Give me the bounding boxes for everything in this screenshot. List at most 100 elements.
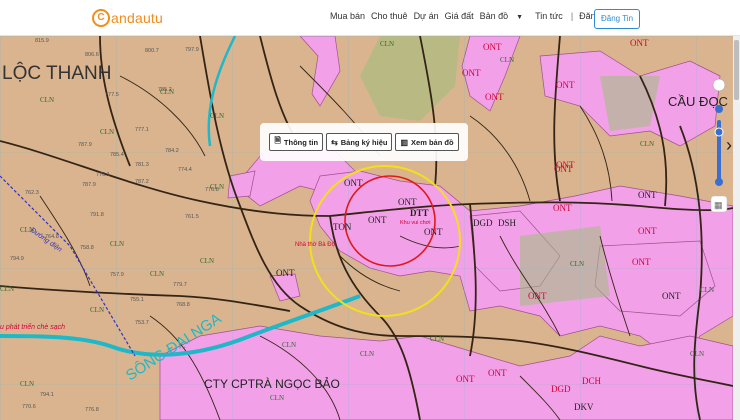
zone-label: ONT (344, 178, 363, 188)
zone-label: ONT (553, 203, 572, 213)
logo-mark-icon: C (92, 9, 110, 27)
map-action-toolbar: 🗎 Thông tin ⇆ Bảng ký hiệu ▥ Xem bản đồ (260, 123, 468, 161)
elevation-label: 794.1 (40, 392, 54, 398)
chevron-right-icon[interactable]: › (726, 135, 732, 155)
legend-button-label: Bảng ký hiệu (340, 137, 388, 147)
zone-label: CLN (380, 40, 394, 48)
nav-item-ban-do[interactable]: Bản đồ ▼ (480, 11, 529, 21)
elevation-label: 794.9 (10, 256, 24, 262)
view-map-button[interactable]: ▥ Xem bản đồ (395, 133, 459, 151)
nav-item-du-an[interactable]: Dự án (414, 11, 439, 21)
elevation-label: 777.1 (135, 127, 149, 133)
zone-label: CLN (20, 226, 34, 234)
elevation-label: 800.7 (145, 48, 159, 54)
zone-label: CLN (282, 341, 296, 349)
elevation-label: 791.8 (90, 212, 104, 218)
zoom-slider-thumb[interactable] (714, 127, 724, 137)
nav-item-gia-dat[interactable]: Giá đất (445, 11, 474, 21)
legend-button[interactable]: ⇆ Bảng ký hiệu (326, 133, 393, 151)
info-icon: 🗎 (274, 136, 281, 145)
zone-label: ONT (662, 291, 681, 301)
zone-label: CLN (210, 112, 224, 120)
zone-label: CLN (360, 350, 374, 358)
zone-label: ONT (630, 38, 649, 48)
elevation-label: 787.9 (78, 142, 92, 148)
elevation-label: 761.5 (185, 214, 199, 220)
elevation-label: 779.7 (173, 282, 187, 288)
zone-label: ONT (483, 42, 502, 52)
zone-label: ONT (456, 374, 475, 384)
nav-item-ban-do-label: Bản đồ (479, 11, 509, 21)
label-khu-vui-choi: Khu vui chơi (400, 220, 431, 226)
elevation-label: 806.6 (85, 52, 99, 58)
zone-label: CLN (200, 257, 214, 265)
nav-separator: | (570, 11, 574, 21)
page-scrollbar-thumb[interactable] (734, 40, 739, 100)
elevation-label: 764.8 (45, 234, 59, 240)
site-logo[interactable]: C andautu (92, 8, 163, 28)
nav-item-mua-ban[interactable]: Mua bán (330, 11, 365, 21)
zone-label: CLN (640, 140, 654, 148)
zone-label: CLN (430, 335, 444, 343)
compass-control[interactable] (712, 78, 726, 92)
zone-label: CLN (690, 350, 704, 358)
elevation-label: 776.8 (205, 187, 219, 193)
zone-label: CLN (90, 306, 104, 314)
zone-label: CLN (150, 270, 164, 278)
place-label-loc-thanh: LỘC THANH (2, 62, 111, 84)
zone-label: ONT (556, 160, 575, 170)
info-button[interactable]: 🗎 Thông tin (269, 133, 324, 151)
view-map-button-label: Xem bản đồ (411, 137, 454, 147)
elevation-label: 776.1 (96, 172, 110, 178)
elevation-label: 762.3 (25, 190, 39, 196)
zone-label: ONT (638, 190, 657, 200)
zone-label: ONT (424, 227, 443, 237)
elevation-label: 753.7 (135, 320, 149, 326)
zone-label: DTT (410, 208, 429, 218)
top-navbar: C andautu Mua bán Cho thuê Dự án Giá đất… (0, 0, 740, 36)
zone-label: ONT (485, 92, 504, 102)
elevation-label: 787.9 (82, 182, 96, 188)
logo-text: andautu (111, 10, 164, 26)
zone-label: CLN (40, 96, 54, 104)
elevation-label: 770.6 (22, 404, 36, 410)
elevation-label: 757.9 (110, 272, 124, 278)
zone-label: DSH (498, 218, 517, 228)
zone-label: CLN (0, 285, 14, 293)
elevation-label: 768.8 (176, 302, 190, 308)
zone-label: ONT (462, 68, 481, 78)
label-phat-trien: u phát triển chè sạch (0, 323, 65, 331)
zone-label: ONT (528, 291, 547, 301)
elevation-label: 774.4 (178, 167, 192, 173)
elevation-label: 784.2 (165, 148, 179, 154)
planning-map[interactable]: LỘC THANH CẦU ĐỌC SÔNG ĐẠI NGA CTY CPTRÀ… (0, 36, 733, 420)
zoom-in-icon[interactable] (715, 105, 723, 113)
nav-item-cho-thue[interactable]: Cho thuê (371, 11, 408, 21)
place-label-cty: CTY CPTRÀ NGỌC BẢO (204, 376, 340, 391)
zone-label: TON (333, 222, 352, 232)
elevation-label: 797.9 (185, 47, 199, 53)
register-button[interactable]: Đăng Tin (594, 9, 641, 29)
layers-glyph: ▦ (714, 200, 723, 210)
zone-label: ONT (488, 368, 507, 378)
info-button-label: Thông tin (283, 137, 319, 147)
elevation-label: 785.4 (110, 152, 124, 158)
zone-label: CLN (500, 56, 514, 64)
main-nav: Mua bán Cho thuê Dự án Giá đất Bản đồ ▼ T… (330, 11, 631, 21)
zone-label: ONT (398, 197, 417, 207)
elevation-label: 815.9 (35, 38, 49, 44)
chevron-down-icon: ▼ (516, 14, 524, 21)
zoom-out-icon[interactable] (715, 178, 723, 186)
map-canvas[interactable]: LỘC THANH CẦU ĐỌC SÔNG ĐẠI NGA CTY CPTRÀ… (0, 36, 733, 420)
zone-label: ONT (368, 215, 387, 225)
zone-label: ONT (276, 268, 295, 278)
nav-item-tin-tuc[interactable]: Tin tức (535, 11, 563, 21)
zone-label: ONT (632, 257, 651, 267)
elevation-label: 787.2 (135, 179, 149, 185)
map-icon: ▥ (400, 137, 409, 147)
elevation-label: 781.3 (135, 162, 149, 168)
zone-label: ONT (556, 80, 575, 90)
elevation-label: 776.8 (85, 407, 99, 413)
legend-icon: ⇆ (331, 137, 338, 147)
zone-label: CLN (110, 240, 124, 248)
